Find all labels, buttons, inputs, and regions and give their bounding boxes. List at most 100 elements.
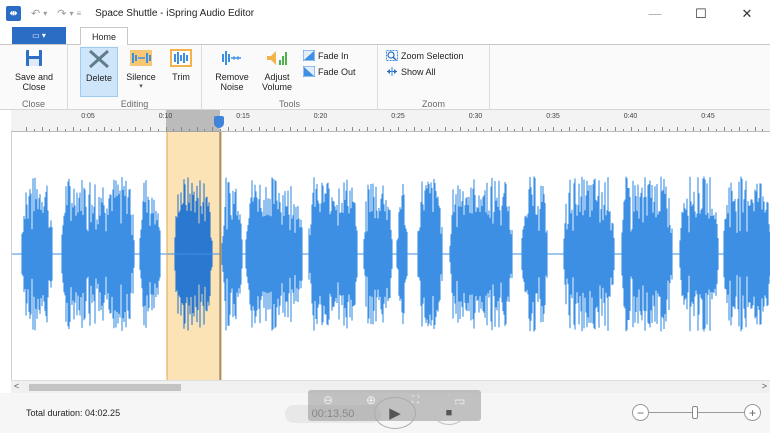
ruler-tick xyxy=(607,129,609,131)
file-menu-button[interactable]: ▭ ▾ xyxy=(12,27,66,44)
scroll-right-icon[interactable]: > xyxy=(762,381,767,391)
play-button[interactable]: ▶ xyxy=(374,397,416,429)
timeline-ruler[interactable]: 0:05 0:10 0:15 0:20 0:25 0:30 0:35 0:40 0:45 xyxy=(11,110,770,132)
ruler-tick xyxy=(452,129,454,131)
ruler-tick xyxy=(700,129,702,131)
redo-dropdown-icon[interactable]: ▾ xyxy=(69,9,73,18)
group-label-editing: Editing xyxy=(120,99,149,109)
ruler-tick xyxy=(754,127,756,131)
ruler-tick-label: 0:35 xyxy=(546,113,560,120)
ruler-tick xyxy=(615,127,616,131)
ruler-tick xyxy=(95,129,97,131)
zoom-out-icon[interactable]: ⊖ xyxy=(323,393,333,407)
play-icon: ▶ xyxy=(389,405,401,422)
adjust-volume-button[interactable]: Adjust Volume xyxy=(257,47,297,92)
maximize-button[interactable]: ☐ xyxy=(678,0,724,27)
trim-icon xyxy=(168,47,194,69)
scroll-left-icon[interactable]: < xyxy=(14,381,19,391)
ruler-tick xyxy=(584,127,585,131)
zoom-slider-minus-button[interactable]: − xyxy=(632,404,649,421)
save-and-close-button[interactable]: Save and Close xyxy=(6,47,62,92)
ruler-tick xyxy=(49,129,51,131)
save-icon xyxy=(21,47,47,69)
ruler-tick xyxy=(560,129,562,131)
group-label-close: Close xyxy=(21,99,45,109)
delete-button[interactable]: Delete xyxy=(80,47,118,97)
minimize-button[interactable]: — xyxy=(632,0,678,27)
redo-icon[interactable]: ↷ xyxy=(57,7,66,20)
ruler-tick xyxy=(514,129,516,131)
silence-dropdown-icon[interactable]: ▾ xyxy=(139,82,143,92)
ruler-tick xyxy=(661,127,663,131)
stop-button[interactable]: ■ xyxy=(433,401,465,425)
ruler-tick xyxy=(33,129,35,131)
ribbon-group-editing: Delete Silence ▾ Trim Editing xyxy=(68,45,202,111)
zoom-selection-label: Zoom Selection xyxy=(401,50,464,61)
ruler-tick xyxy=(739,127,740,131)
ruler-tick xyxy=(646,127,647,131)
ruler-tick xyxy=(553,127,554,131)
waveform-area[interactable] xyxy=(11,132,770,380)
ruler-tick xyxy=(266,129,268,131)
tab-home[interactable]: Home xyxy=(80,27,128,45)
ruler-tick xyxy=(413,127,415,131)
scrollbar-thumb[interactable] xyxy=(29,384,181,391)
ruler-tick xyxy=(762,129,764,131)
show-all-button[interactable]: Show All xyxy=(386,65,436,78)
ribbon-group-zoom: Zoom Selection Show All Zoom xyxy=(378,45,490,111)
zoom-selection-button[interactable]: Zoom Selection xyxy=(386,49,464,62)
silence-button[interactable]: Silence ▾ xyxy=(122,47,160,92)
close-window-button[interactable]: ✕ xyxy=(724,0,770,27)
ruler-tick xyxy=(305,127,306,131)
undo-icon[interactable]: ↶ xyxy=(31,7,40,20)
ruler-tick xyxy=(421,129,423,131)
title-bar: ⇹ ↶ ▾ ↷ ▾ ≡ Space Shuttle - iSpring Audi… xyxy=(0,0,770,27)
ruler-tick-label: 0:05 xyxy=(81,113,95,120)
zoom-slider-plus-button[interactable]: + xyxy=(744,404,761,421)
ruler-tick xyxy=(134,127,136,131)
trim-label: Trim xyxy=(172,72,190,82)
silence-icon xyxy=(128,47,154,69)
remove-noise-icon xyxy=(219,47,245,69)
ruler-tick xyxy=(374,129,376,131)
zoom-slider-thumb[interactable] xyxy=(692,406,698,419)
fade-out-icon xyxy=(303,66,315,77)
ruler-tick xyxy=(250,129,252,131)
ruler-tick xyxy=(26,127,27,131)
app-icon[interactable]: ⇹ xyxy=(6,6,21,21)
ruler-tick xyxy=(715,129,717,131)
playhead-marker[interactable] xyxy=(214,116,224,128)
ruler-tick xyxy=(506,127,508,131)
show-all-icon xyxy=(386,66,398,77)
fade-out-button[interactable]: Fade Out xyxy=(303,65,356,78)
ruler-tick-label: 0:45 xyxy=(701,113,715,120)
ruler-tick xyxy=(537,127,539,131)
ruler-tick xyxy=(498,129,500,131)
ruler-tick xyxy=(576,129,578,131)
ruler-tick xyxy=(173,129,175,131)
silence-label: Silence xyxy=(126,72,156,82)
ruler-tick xyxy=(436,129,438,131)
zoom-in-icon[interactable]: ⊕ xyxy=(366,393,376,407)
ruler-tick-label: 0:15 xyxy=(236,113,250,120)
fade-in-button[interactable]: Fade In xyxy=(303,49,349,62)
ruler-tick xyxy=(429,127,430,131)
ruler-tick xyxy=(630,127,632,131)
remove-noise-button[interactable]: Remove Noise xyxy=(212,47,252,92)
ruler-tick xyxy=(227,127,229,131)
trim-button[interactable]: Trim xyxy=(164,47,198,82)
fade-in-icon xyxy=(303,50,315,61)
ruler-tick xyxy=(126,129,128,131)
ruler-tick-label: 0:20 xyxy=(313,113,328,120)
ruler-tick xyxy=(529,129,531,131)
ruler-tick xyxy=(297,129,299,131)
ruler-tick xyxy=(289,127,291,131)
ribbon: Save and Close Close Delete Silence ▾ Tr… xyxy=(0,44,770,111)
ruler-tick xyxy=(460,127,461,131)
ruler-tick xyxy=(320,127,322,131)
undo-dropdown-icon[interactable]: ▾ xyxy=(43,9,47,18)
fade-out-label: Fade Out xyxy=(318,66,356,77)
ruler-tick xyxy=(196,127,198,131)
ruler-tick xyxy=(545,129,547,131)
customize-quick-access-icon[interactable]: ≡ xyxy=(76,9,81,18)
